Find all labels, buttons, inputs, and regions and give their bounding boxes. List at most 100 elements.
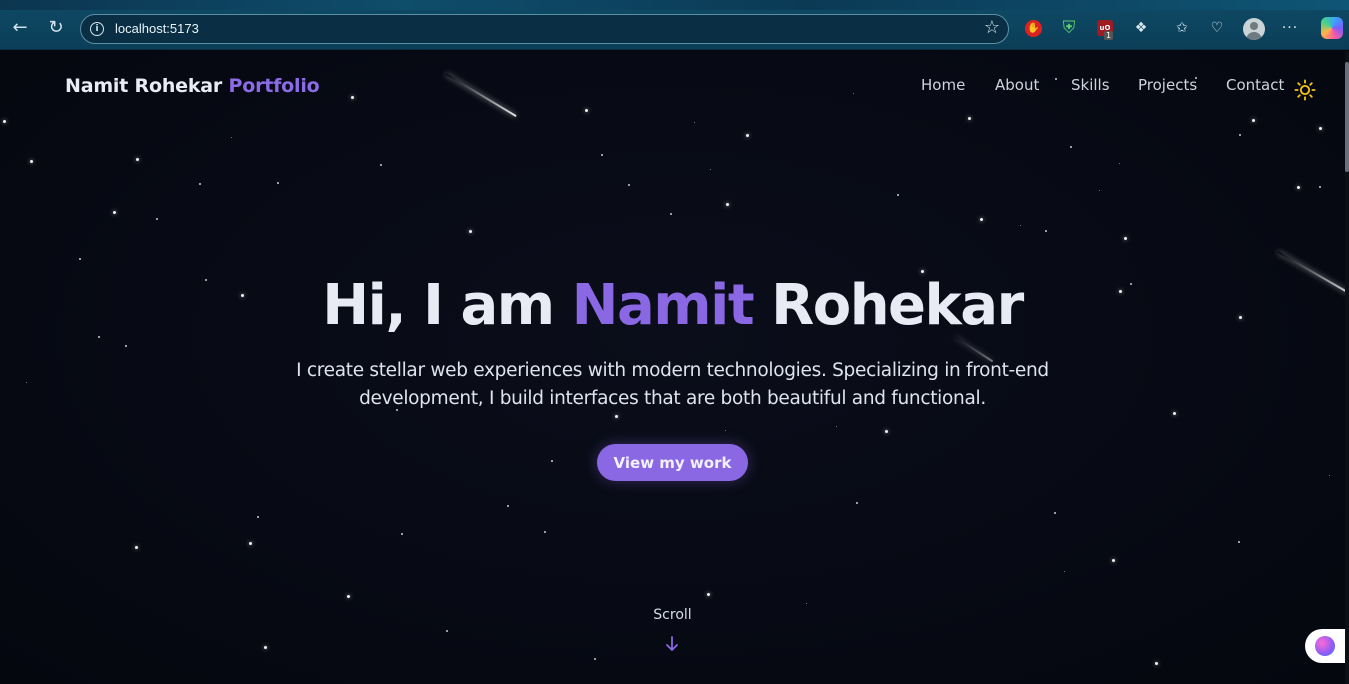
star	[551, 460, 553, 462]
star	[125, 345, 127, 347]
tab-strip	[0, 0, 1349, 10]
star	[710, 169, 711, 170]
star	[156, 218, 158, 220]
star	[347, 595, 350, 598]
star	[544, 531, 546, 533]
sun-icon[interactable]	[1294, 79, 1316, 101]
health-icon[interactable]: ♡	[1207, 18, 1227, 38]
star	[1124, 237, 1127, 240]
star	[79, 258, 81, 260]
scrollbar-thumb[interactable]	[1345, 62, 1349, 172]
reload-icon[interactable]: ↻	[45, 17, 67, 39]
address-bar[interactable]: i localhost:5173 ☆	[80, 14, 1009, 44]
adblock-icon[interactable]: ✋	[1025, 20, 1042, 37]
star	[853, 93, 854, 94]
star	[1112, 559, 1115, 562]
star	[351, 96, 354, 99]
star	[615, 415, 618, 418]
star	[380, 164, 382, 166]
floating-assistant-button[interactable]	[1305, 629, 1345, 663]
site-brand[interactable]: Namit Rohekar Portfolio	[65, 75, 320, 97]
star	[1064, 571, 1065, 572]
star	[277, 182, 279, 184]
view-work-button[interactable]: View my work	[597, 444, 748, 481]
star	[628, 184, 630, 186]
portfolio-page: Namit Rohekar Portfolio Home About Skill…	[0, 51, 1345, 684]
star	[113, 211, 116, 214]
star	[1155, 662, 1158, 665]
favorites-icon[interactable]: ✩	[1172, 18, 1192, 38]
star	[1239, 134, 1241, 136]
star	[806, 603, 807, 604]
brain-icon	[1315, 636, 1335, 656]
arrow-down-icon[interactable]	[664, 635, 680, 653]
star	[856, 502, 858, 504]
star	[1054, 512, 1056, 514]
star	[1045, 230, 1047, 232]
star	[585, 109, 588, 112]
star	[968, 117, 971, 120]
star	[26, 382, 27, 383]
puzzle-icon[interactable]: ❖	[1131, 18, 1151, 38]
star	[30, 160, 33, 163]
nav-home[interactable]: Home	[921, 76, 965, 94]
back-arrow-icon[interactable]: ←	[9, 17, 31, 39]
star	[1319, 186, 1321, 188]
hero-title: Hi, I am Namit Rohekar	[0, 273, 1345, 338]
star	[1329, 475, 1330, 476]
star	[231, 137, 232, 138]
star	[594, 658, 596, 660]
hero-subtitle-line2: development, I build interfaces that are…	[359, 388, 986, 409]
browser-toolbar: ← ↻ i localhost:5173 ☆ ✋ ⛨ uO 1 ❖ ✩ ♡ ··…	[0, 0, 1349, 50]
shield-icon[interactable]: ⛨	[1059, 18, 1079, 38]
hero-title-accent: Namit	[571, 273, 755, 338]
meteor	[445, 73, 517, 118]
nav-about[interactable]: About	[995, 76, 1039, 94]
star	[264, 646, 267, 649]
star	[469, 230, 472, 233]
star	[199, 183, 201, 185]
star	[249, 542, 252, 545]
star	[980, 218, 983, 221]
site-info-icon[interactable]: i	[90, 22, 104, 36]
star	[836, 426, 837, 427]
url-text[interactable]: localhost:5173	[115, 21, 199, 36]
hero-title-prefix: Hi, I am	[322, 273, 555, 338]
star	[507, 505, 509, 507]
hero-title-suffix: Rohekar	[771, 273, 1024, 338]
hero-subtitle: I create stellar web experiences with mo…	[290, 357, 1055, 413]
star	[1319, 127, 1322, 130]
brand-accent: Portfolio	[228, 75, 320, 97]
scroll-label[interactable]: Scroll	[0, 607, 1345, 623]
star	[1173, 412, 1176, 415]
star	[725, 430, 726, 431]
star	[257, 516, 259, 518]
nav-contact[interactable]: Contact	[1226, 76, 1284, 94]
bookmark-star-icon[interactable]: ☆	[984, 19, 1000, 37]
star	[1020, 225, 1021, 226]
star	[885, 430, 888, 433]
star	[1297, 186, 1300, 189]
star	[135, 546, 138, 549]
profile-avatar[interactable]	[1243, 18, 1265, 40]
copilot-icon[interactable]	[1321, 17, 1343, 39]
more-icon[interactable]: ···	[1280, 18, 1300, 38]
star	[694, 122, 695, 123]
star	[707, 593, 710, 596]
star	[746, 134, 749, 137]
nav-projects[interactable]: Projects	[1138, 76, 1197, 94]
brand-name: Namit Rohekar	[65, 75, 223, 97]
star	[1099, 190, 1100, 191]
star	[1238, 541, 1240, 543]
star	[601, 154, 603, 156]
star	[401, 533, 403, 535]
star	[136, 158, 139, 161]
star	[726, 203, 729, 206]
nav-skills[interactable]: Skills	[1071, 76, 1110, 94]
ublock-badge: 1	[1104, 31, 1114, 40]
star	[446, 630, 448, 632]
hero-subtitle-line1: I create stellar web experiences with mo…	[296, 360, 1049, 381]
star	[897, 194, 899, 196]
star	[1252, 119, 1255, 122]
star	[3, 120, 6, 123]
